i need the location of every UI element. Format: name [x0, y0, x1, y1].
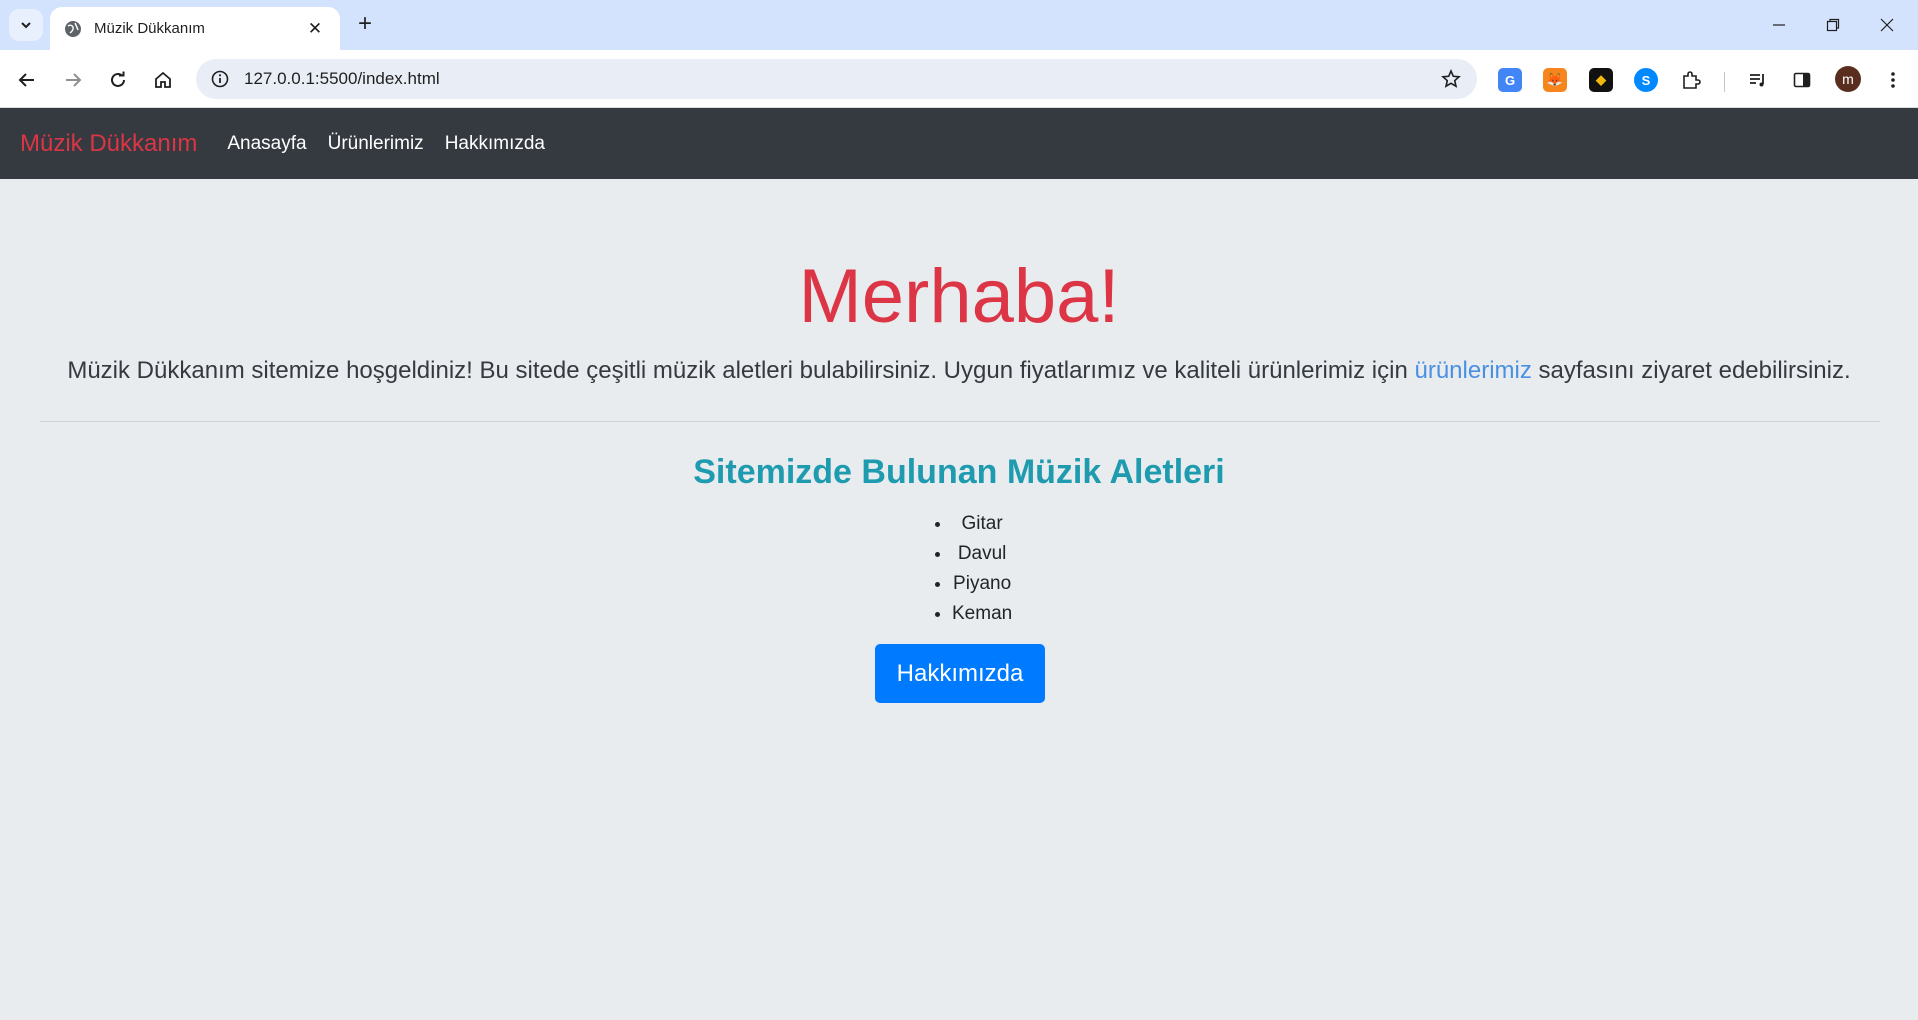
globe-icon [64, 20, 82, 38]
divider [40, 421, 1880, 422]
section-title: Sitemizde Bulunan Müzik Aletleri [693, 453, 1225, 491]
side-panel-icon[interactable] [1790, 68, 1814, 92]
close-window-icon[interactable] [1864, 10, 1910, 40]
browser-toolbar: 127.0.0.1:5500/index.html G 🦊 ◆ S [0, 50, 1918, 108]
profile-avatar[interactable]: m [1835, 66, 1861, 92]
toolbar-separator [1724, 72, 1725, 92]
nav-link-urunlerimiz[interactable]: Ürünlerimiz [328, 133, 424, 155]
url-text: 127.0.0.1:5500/index.html [244, 69, 440, 88]
bookmark-star-icon[interactable] [1433, 61, 1469, 97]
list-item: Gitar [952, 509, 1012, 539]
chevron-down-icon [21, 22, 31, 29]
close-tab-icon[interactable]: ✕ [304, 18, 326, 40]
forward-icon[interactable] [56, 63, 90, 97]
reload-icon[interactable] [101, 63, 135, 97]
navbar-brand[interactable]: Müzik Dükkanım [20, 130, 197, 158]
nav-link-anasayfa[interactable]: Anasayfa [227, 133, 306, 155]
nav-link-hakkimizda[interactable]: Hakkımızda [445, 133, 545, 155]
back-icon[interactable] [10, 63, 44, 97]
lead-text-before: Müzik Dükkanım sitemize hoşgeldiniz! Bu … [67, 357, 1415, 384]
site-info-icon[interactable] [202, 61, 238, 97]
page-content: Merhaba! Müzik Dükkanım sitemize hoşgeld… [0, 179, 1918, 1020]
lead-text-after: sayfasını ziyaret edebilirsiniz. [1531, 357, 1851, 384]
about-button[interactable]: Hakkımızda [875, 644, 1045, 703]
products-link[interactable]: ürünlerimiz [1414, 357, 1531, 384]
tab-search-button[interactable] [9, 9, 43, 41]
instrument-list: Gitar Davul Piyano Keman [930, 509, 1012, 629]
minimize-icon[interactable] [1756, 10, 1802, 40]
address-bar[interactable]: 127.0.0.1:5500/index.html [196, 59, 1477, 99]
browser-tab[interactable]: Müzik Dükkanım ✕ [50, 7, 340, 50]
translate-extension-icon[interactable]: G [1498, 68, 1522, 92]
list-item: Piyano [952, 569, 1012, 599]
list-item: Keman [952, 599, 1012, 629]
hero-title: Merhaba! [798, 254, 1120, 339]
list-item: Davul [952, 539, 1012, 569]
kebab-menu-icon[interactable] [1881, 68, 1905, 92]
media-control-icon[interactable] [1746, 68, 1770, 92]
shazam-extension-icon[interactable]: S [1634, 68, 1658, 92]
browser-tab-bar: Müzik Dükkanım ✕ + [0, 0, 1918, 50]
hero-lead: Müzik Dükkanım sitemize hoşgeldiniz! Bu … [0, 357, 1918, 385]
extensions-puzzle-icon[interactable] [1679, 68, 1703, 92]
binance-extension-icon[interactable]: ◆ [1589, 68, 1613, 92]
tab-title: Müzik Dükkanım [94, 20, 205, 37]
restore-icon[interactable] [1810, 10, 1856, 40]
home-icon[interactable] [146, 63, 180, 97]
new-tab-icon[interactable]: + [352, 10, 378, 37]
site-navbar: Müzik Dükkanım Anasayfa Ürünlerimiz Hakk… [0, 108, 1918, 179]
metamask-extension-icon[interactable]: 🦊 [1543, 68, 1567, 92]
